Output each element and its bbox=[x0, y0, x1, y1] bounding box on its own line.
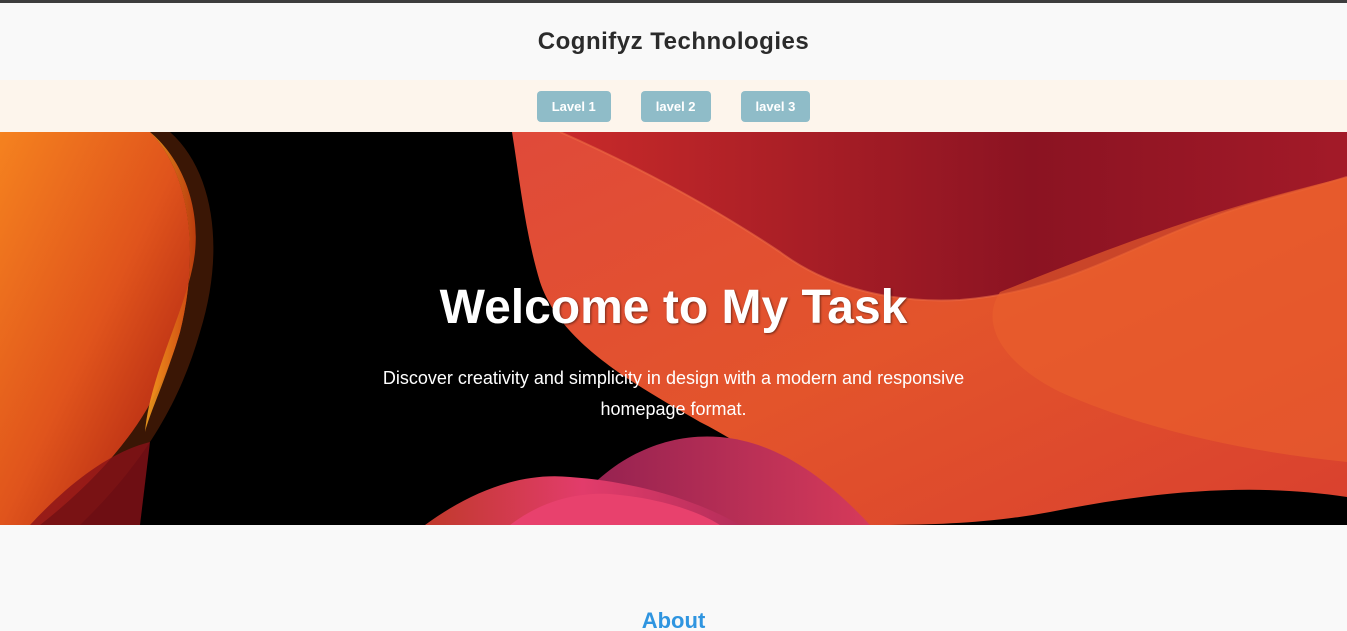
hero-subtitle: Discover creativity and simplicity in de… bbox=[382, 368, 965, 419]
site-header: Cognifyz Technologies bbox=[0, 3, 1347, 80]
nav-bar: Lavel 1 lavel 2 lavel 3 bbox=[0, 80, 1347, 132]
hero-content: Welcome to My Task Discover creativity a… bbox=[0, 280, 1347, 425]
hero-banner: Welcome to My Task Discover creativity a… bbox=[0, 132, 1347, 525]
nav-button-level-1[interactable]: Lavel 1 bbox=[536, 90, 611, 122]
nav-button-level-2[interactable]: lavel 2 bbox=[640, 90, 711, 122]
nav-button-level-3[interactable]: lavel 3 bbox=[740, 90, 811, 122]
hero-title: Welcome to My Task bbox=[439, 281, 908, 334]
about-section: About bbox=[0, 525, 1347, 631]
about-title: About bbox=[641, 608, 706, 631]
site-title: Cognifyz Technologies bbox=[537, 27, 810, 55]
